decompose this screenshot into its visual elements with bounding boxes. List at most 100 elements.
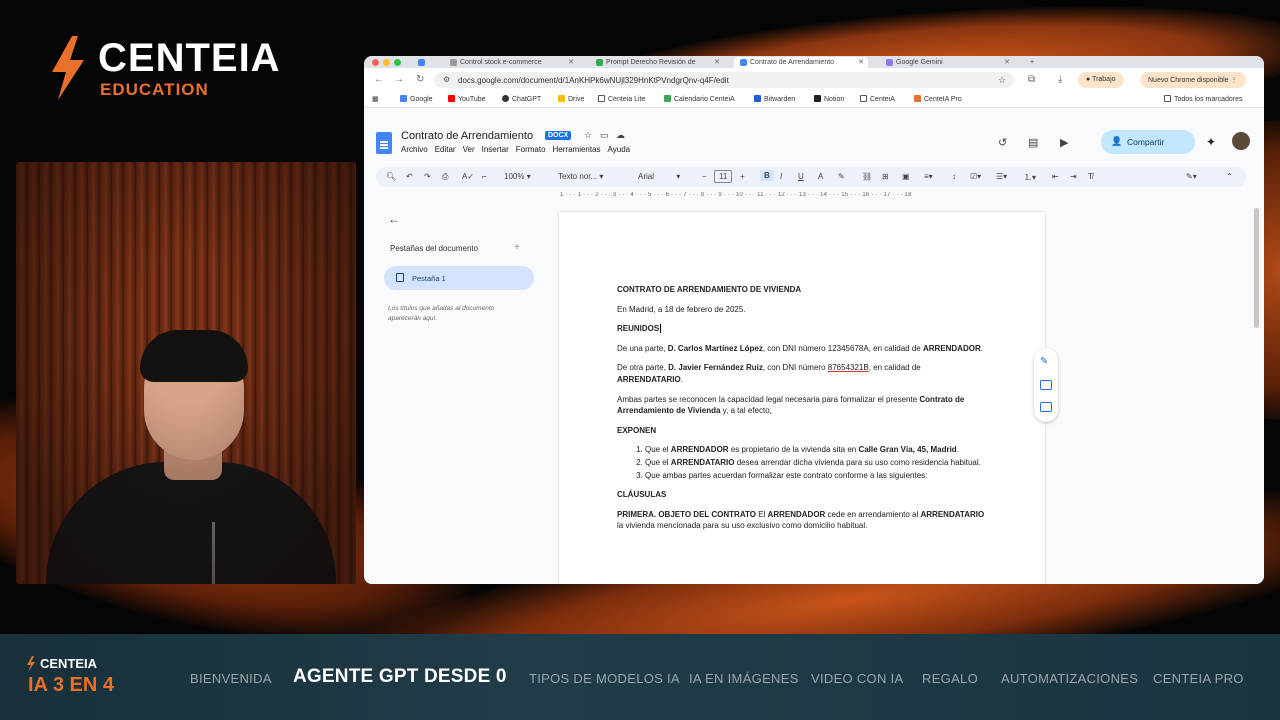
bookmark-centeia-pro[interactable]: CenteIA Pro: [914, 95, 962, 103]
bold-icon[interactable]: B: [760, 170, 774, 181]
close-tab-icon[interactable]: ✕: [568, 58, 574, 66]
forward-arrow-icon[interactable]: →: [394, 74, 404, 85]
extensions-icon[interactable]: ⧉: [1028, 74, 1035, 85]
increase-indent-icon[interactable]: ⇥: [1070, 172, 1077, 181]
menu-insertar[interactable]: Insertar: [482, 145, 509, 154]
ruler[interactable]: 1 · · · 1 · · · 2 · · · 3 · · · 4 · · · …: [560, 192, 1040, 202]
bookmark-folder-centeia-lite[interactable]: Centeia Lite: [598, 95, 645, 103]
move-folder-icon[interactable]: ▭: [600, 130, 609, 141]
bitwarden-icon: [754, 95, 761, 102]
maximize-window-icon[interactable]: [394, 59, 401, 66]
apps-grid-icon[interactable]: ▦: [372, 95, 379, 103]
bookmark-calendar[interactable]: Calendario CenteiA: [664, 95, 735, 103]
font-size-field[interactable]: 11: [714, 170, 733, 183]
bulleted-list-icon[interactable]: ☰▾: [996, 172, 1007, 181]
print-icon[interactable]: ⎙: [442, 172, 448, 182]
meet-icon[interactable]: ▶: [1060, 136, 1068, 149]
all-bookmarks[interactable]: Todos los marcadores: [1164, 95, 1242, 103]
bookmark-youtube[interactable]: YouTube: [448, 95, 486, 103]
list-item: Que el ARRENDADOR es propietario de la v…: [645, 444, 987, 456]
history-icon[interactable]: ↺: [998, 136, 1007, 149]
back-arrow-icon[interactable]: ←: [388, 212, 400, 226]
line-spacing-icon[interactable]: ↕: [952, 172, 956, 181]
cloud-status-icon[interactable]: ☁: [616, 130, 625, 141]
share-button[interactable]: 👤 Compartir: [1101, 130, 1195, 154]
suggest-icon[interactable]: [1040, 402, 1052, 412]
add-comment-icon[interactable]: [1040, 380, 1052, 390]
back-arrow-icon[interactable]: ←: [374, 74, 384, 85]
decrease-indent-icon[interactable]: ⇤: [1052, 172, 1059, 181]
site-info-icon[interactable]: ⚙: [443, 75, 450, 84]
text-color-icon[interactable]: A: [818, 172, 823, 181]
update-chrome-button[interactable]: Nuevo Chrome disponible ⋮: [1140, 72, 1246, 88]
download-icon[interactable]: ⤓: [1058, 74, 1062, 85]
ai-edit-icon[interactable]: ✎: [1040, 356, 1052, 367]
browser-tab[interactable]: Prompt Derecho Revisión de ✕: [590, 57, 724, 68]
reload-icon[interactable]: ↻: [416, 74, 424, 85]
paint-format-icon[interactable]: ⌐: [482, 172, 487, 181]
lightning-bolt-icon: [27, 656, 35, 672]
document-body[interactable]: CONTRATO DE ARRENDAMIENTO DE VIVIENDA En…: [617, 284, 987, 540]
undo-icon[interactable]: ↶: [406, 172, 413, 181]
close-tab-icon[interactable]: ✕: [714, 58, 720, 66]
docs-logo-icon[interactable]: [376, 132, 392, 154]
menu-herramientas[interactable]: Herramientas: [553, 145, 601, 154]
menu-formato[interactable]: Formato: [516, 145, 546, 154]
italic-icon[interactable]: I: [780, 172, 782, 181]
document-title[interactable]: Contrato de Arrendamiento: [401, 130, 533, 142]
menu-archivo[interactable]: Archivo: [401, 145, 428, 154]
align-icon[interactable]: ≡▾: [924, 172, 933, 181]
document-page[interactable]: CONTRATO DE ARRENDAMIENTO DE VIVIENDA En…: [559, 212, 1045, 584]
menu-ayuda[interactable]: Ayuda: [608, 145, 631, 154]
document-tab-1[interactable]: Pestaña 1: [384, 266, 534, 290]
checklist-icon[interactable]: ☑▾: [970, 172, 981, 181]
browser-tab-docs-mini[interactable]: [412, 57, 434, 68]
add-tab-icon[interactable]: +: [514, 242, 520, 253]
close-tab-icon[interactable]: ✕: [1004, 58, 1010, 66]
avatar[interactable]: [1232, 132, 1250, 150]
browser-tab[interactable]: Google Gemini ✕: [880, 57, 1014, 68]
font-select[interactable]: Arial ▾: [638, 172, 680, 181]
menu-ver[interactable]: Ver: [463, 145, 475, 154]
star-icon[interactable]: ☆: [584, 130, 592, 141]
bookmark-star-icon[interactable]: ☆: [998, 75, 1006, 86]
zoom-select[interactable]: 100% ▾: [504, 172, 531, 181]
search-menus-icon[interactable]: 🔍︎: [386, 172, 396, 181]
spellcheck-icon[interactable]: A✓: [462, 172, 474, 181]
new-tab-button[interactable]: +: [1024, 57, 1044, 68]
course-title: IA 3 EN 4: [28, 674, 114, 696]
url-field[interactable]: ⚙ docs.google.com/document/d/1AnKHPk6wNU…: [434, 72, 1014, 88]
redo-icon[interactable]: ↷: [424, 172, 431, 181]
increase-font-icon[interactable]: +: [740, 172, 745, 181]
tab-favicon-icon: [450, 59, 457, 66]
style-select[interactable]: Texto nor... ▾: [558, 172, 603, 181]
add-comment-icon[interactable]: ⊞: [882, 172, 889, 181]
bookmark-chatgpt[interactable]: ChatGPT: [502, 95, 541, 103]
bookmark-bitwarden[interactable]: Bitwarden: [754, 95, 795, 103]
menu-editar[interactable]: Editar: [435, 145, 456, 154]
browser-window: Control stock e-commerce ✕ Prompt Derecho…: [364, 56, 1264, 584]
gemini-spark-icon[interactable]: ✦: [1206, 135, 1216, 149]
numbered-list-icon[interactable]: ⒈▾: [1024, 172, 1036, 183]
bookmark-drive[interactable]: Drive: [558, 95, 584, 103]
comments-icon[interactable]: ▤: [1028, 136, 1038, 149]
bookmark-folder-centeia[interactable]: CenteiA: [860, 95, 895, 103]
close-window-icon[interactable]: [372, 59, 379, 66]
bookmark-notion[interactable]: Notion: [814, 95, 844, 103]
minimize-window-icon[interactable]: [383, 59, 390, 66]
gemini-favicon-icon: [886, 59, 893, 66]
clear-format-icon[interactable]: T̸: [1088, 172, 1093, 181]
scrollbar[interactable]: [1254, 208, 1259, 328]
underline-icon[interactable]: U: [798, 172, 804, 181]
insert-image-icon[interactable]: ▣: [902, 172, 910, 181]
link-icon[interactable]: ⛓: [862, 172, 872, 181]
decrease-font-icon[interactable]: −: [702, 172, 707, 181]
close-tab-icon[interactable]: ✕: [858, 58, 864, 66]
profile-chip[interactable]: ● Trabajo: [1078, 72, 1124, 88]
browser-tab-active[interactable]: Contrato de Arrendamiento ✕: [734, 57, 868, 68]
editing-mode-icon[interactable]: ✎▾: [1186, 172, 1197, 181]
browser-tab[interactable]: Control stock e-commerce ✕: [444, 57, 578, 68]
bookmark-google[interactable]: Google: [400, 95, 433, 103]
highlight-icon[interactable]: ✎: [838, 172, 845, 181]
collapse-toolbar-icon[interactable]: ⌃: [1226, 172, 1233, 181]
